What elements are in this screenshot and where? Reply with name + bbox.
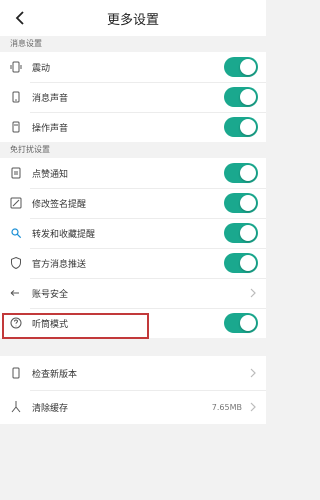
chevron-right-icon xyxy=(248,287,258,299)
shield-icon xyxy=(8,255,24,271)
setting-row-operation-sound[interactable]: 操作声音 xyxy=(0,112,266,142)
chevron-right-icon xyxy=(248,401,258,413)
setting-row-vibrate[interactable]: 震动 xyxy=(0,52,266,82)
setting-label: 听筒模式 xyxy=(32,319,69,330)
edit-signature-icon xyxy=(8,195,24,211)
vibrate-toggle[interactable] xyxy=(224,57,258,77)
broom-icon xyxy=(8,399,24,415)
section-header-message: 消息设置 xyxy=(0,36,266,52)
no-disturb-settings-group: 点赞通知 修改签名提醒 转发和收藏提醒 官方消息推送 账号安全 听筒模式 xyxy=(0,158,266,338)
setting-row-clear-cache[interactable]: 清除缓存 7.65MB xyxy=(0,390,266,424)
setting-label: 修改签名提醒 xyxy=(32,199,87,210)
nav-bar: 更多设置 xyxy=(0,0,266,36)
setting-row-check-update[interactable]: 检查新版本 xyxy=(0,356,266,390)
section-gap xyxy=(0,338,266,356)
like-icon xyxy=(8,165,24,181)
setting-label: 清除缓存 xyxy=(32,403,69,414)
cache-size: 7.65MB xyxy=(211,402,242,412)
chevron-right-icon xyxy=(248,367,258,379)
operation-sound-toggle[interactable] xyxy=(224,117,258,137)
setting-label: 转发和收藏提醒 xyxy=(32,229,96,240)
page-title: 更多设置 xyxy=(106,12,159,28)
setting-label: 检查新版本 xyxy=(32,369,78,380)
vibrate-icon xyxy=(8,59,24,75)
message-sound-toggle[interactable] xyxy=(224,87,258,107)
official-push-toggle[interactable] xyxy=(224,253,258,273)
like-notify-toggle[interactable] xyxy=(224,163,258,183)
setting-row-earpiece-mode[interactable]: 听筒模式 xyxy=(0,308,266,338)
setting-label: 点赞通知 xyxy=(32,169,69,180)
setting-row-signature-remind[interactable]: 修改签名提醒 xyxy=(0,188,266,218)
setting-label: 震动 xyxy=(32,63,51,74)
earpiece-icon xyxy=(8,315,24,331)
setting-row-message-sound[interactable]: 消息声音 xyxy=(0,82,266,112)
section-header-no-disturb: 免打扰设置 xyxy=(0,142,266,158)
setting-row-like-notify[interactable]: 点赞通知 xyxy=(0,158,266,188)
key-icon xyxy=(8,285,24,301)
setting-row-account-security[interactable]: 账号安全 xyxy=(0,278,266,308)
setting-label: 官方消息推送 xyxy=(32,259,87,270)
other-settings-group: 检查新版本 清除缓存 7.65MB xyxy=(0,356,266,424)
setting-label: 消息声音 xyxy=(32,93,69,104)
setting-row-official-push[interactable]: 官方消息推送 xyxy=(0,248,266,278)
setting-row-share-remind[interactable]: 转发和收藏提醒 xyxy=(0,218,266,248)
share-remind-toggle[interactable] xyxy=(224,223,258,243)
setting-label: 账号安全 xyxy=(32,289,69,300)
share-icon xyxy=(8,225,24,241)
phone-icon xyxy=(8,365,24,381)
earpiece-mode-toggle[interactable] xyxy=(224,313,258,333)
back-arrow-icon[interactable] xyxy=(8,6,32,30)
message-settings-group: 震动 消息声音 操作声音 xyxy=(0,52,266,142)
setting-label: 操作声音 xyxy=(32,123,69,134)
bell-icon xyxy=(8,89,24,105)
bell-icon xyxy=(8,119,24,135)
signature-remind-toggle[interactable] xyxy=(224,193,258,213)
